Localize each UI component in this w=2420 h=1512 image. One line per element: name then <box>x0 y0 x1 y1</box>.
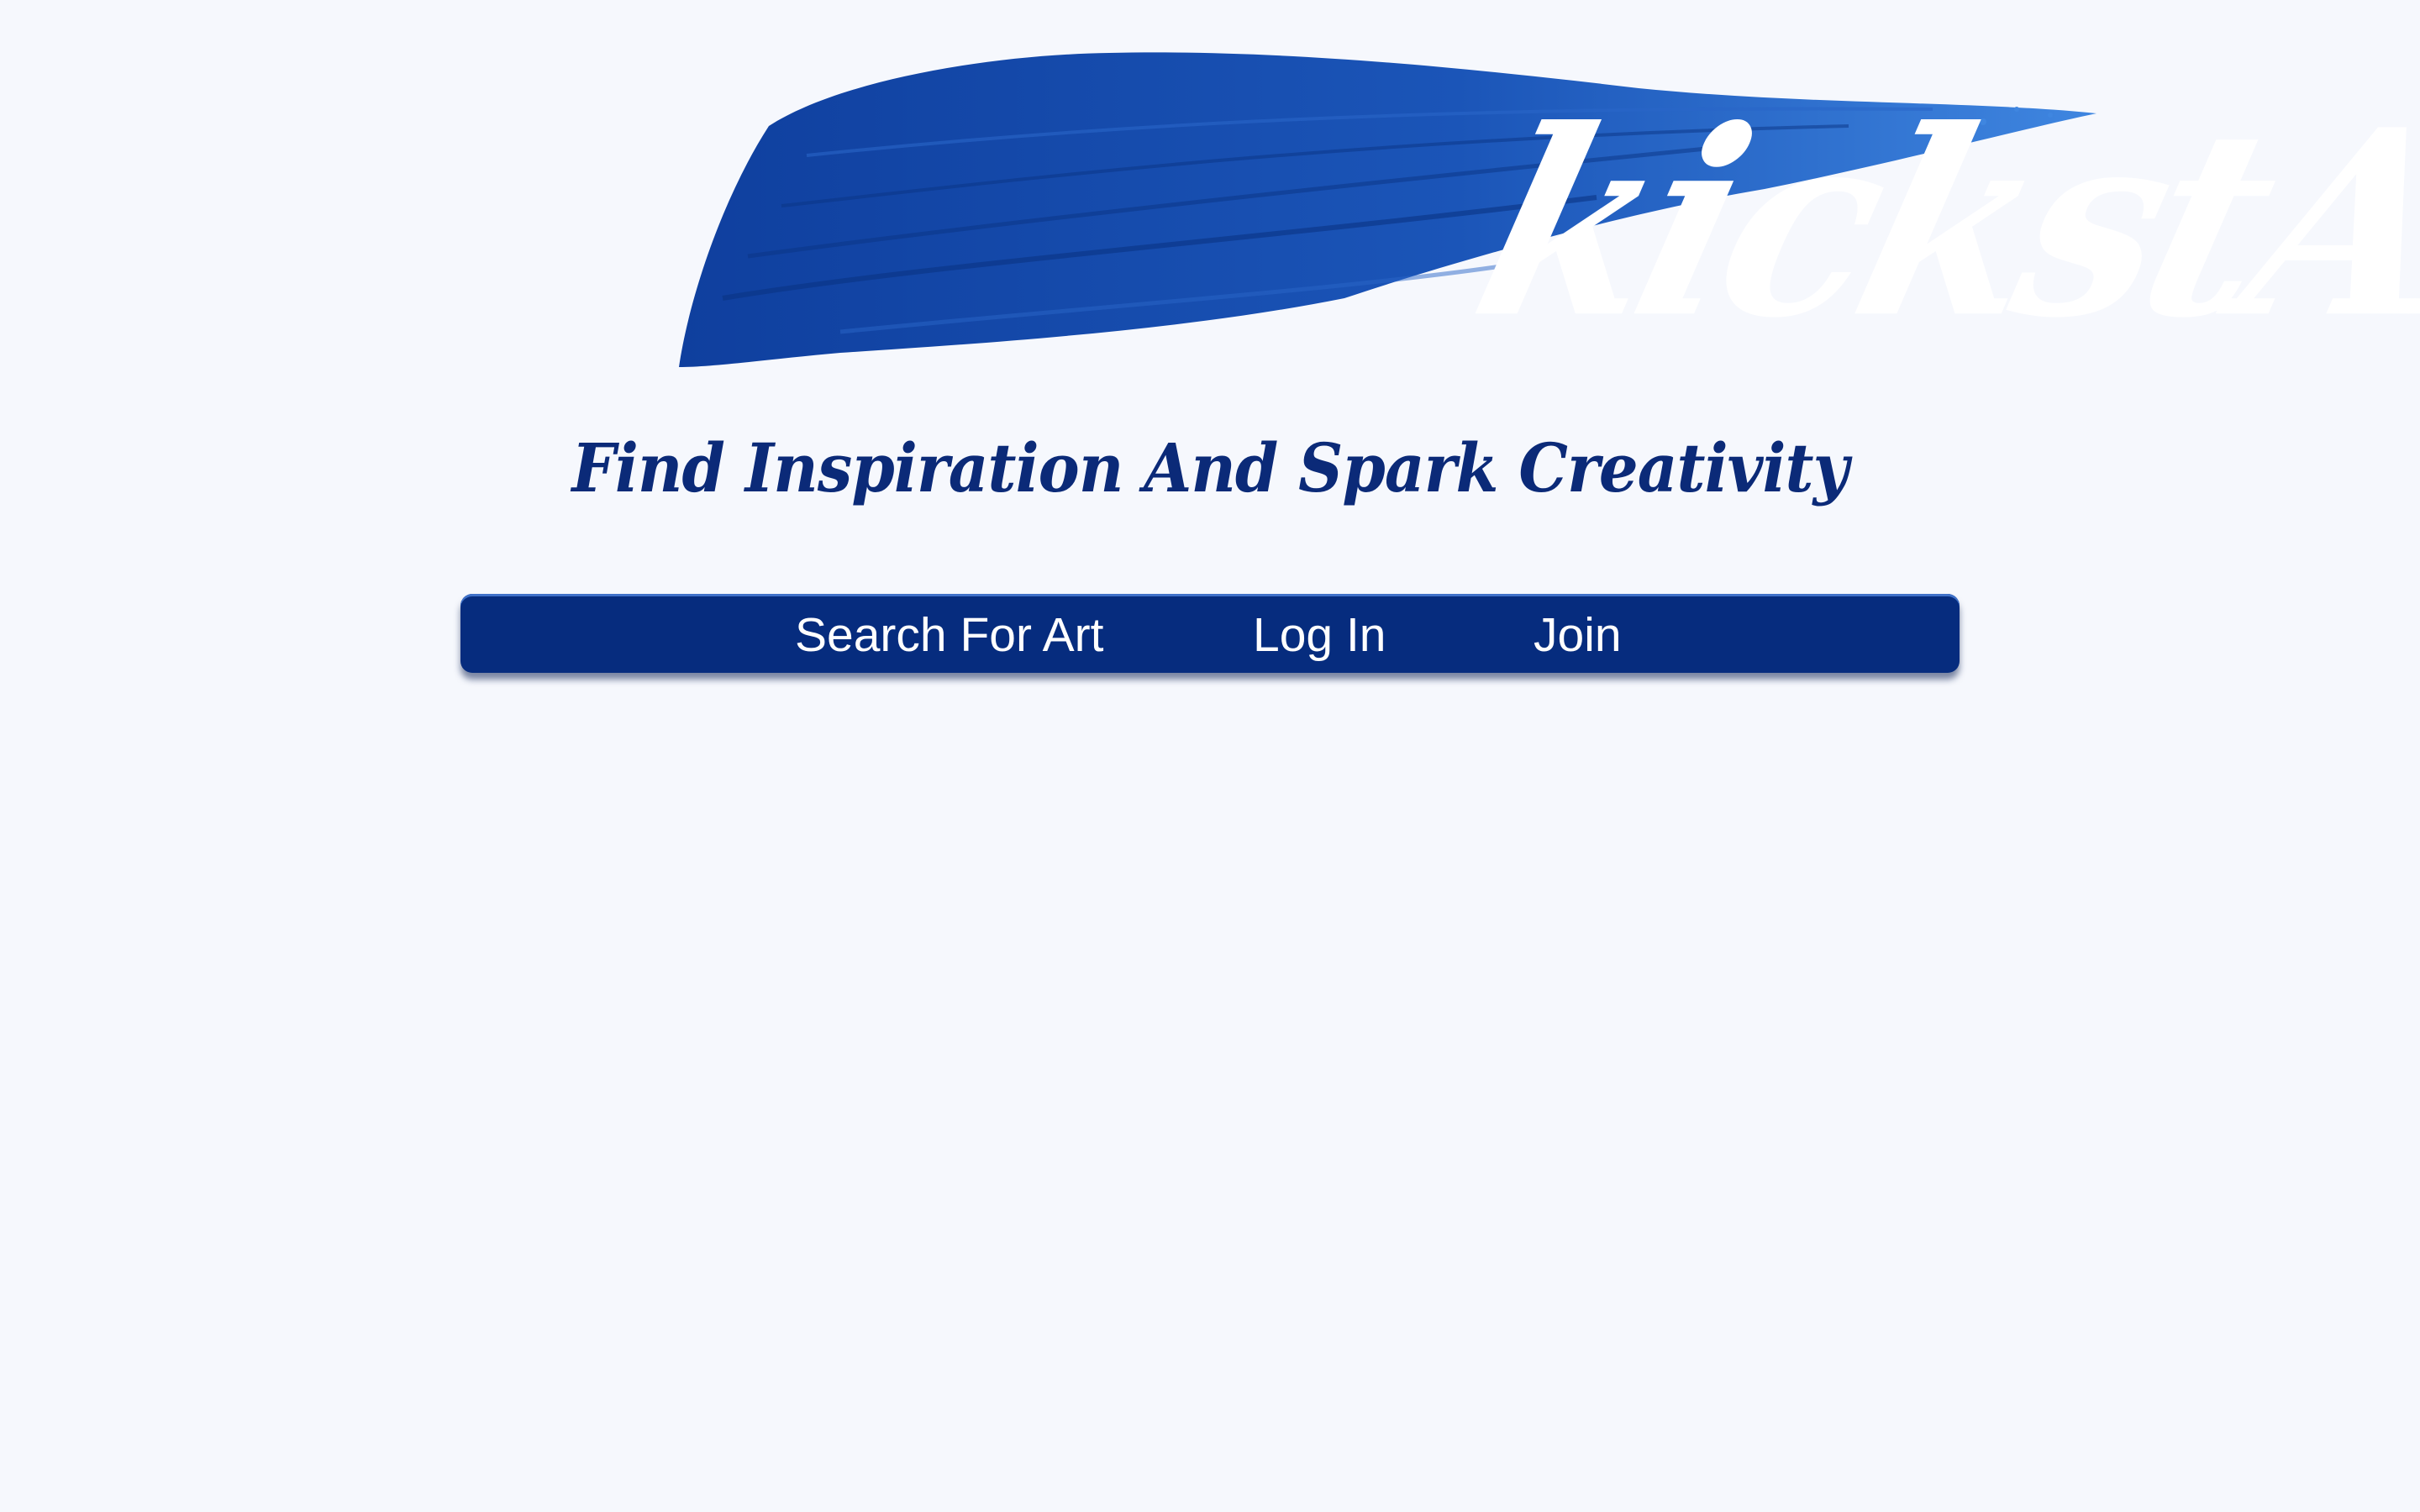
tagline: Find Inspiration And Spark Creativity <box>571 428 1849 507</box>
logo-wordmark: kickstART <box>1451 74 2420 375</box>
main-nav-bar: Search For Art Log In Join <box>460 594 1960 673</box>
nav-search-for-art-link[interactable]: Search For Art <box>795 594 1103 673</box>
nav-join-link[interactable]: Join <box>1534 594 1622 673</box>
page: kickstART Find Inspiration And Spark Cre… <box>0 0 2420 1512</box>
nav-log-in-link[interactable]: Log In <box>1253 594 1386 673</box>
kickstart-logo[interactable]: kickstART <box>672 46 2420 382</box>
